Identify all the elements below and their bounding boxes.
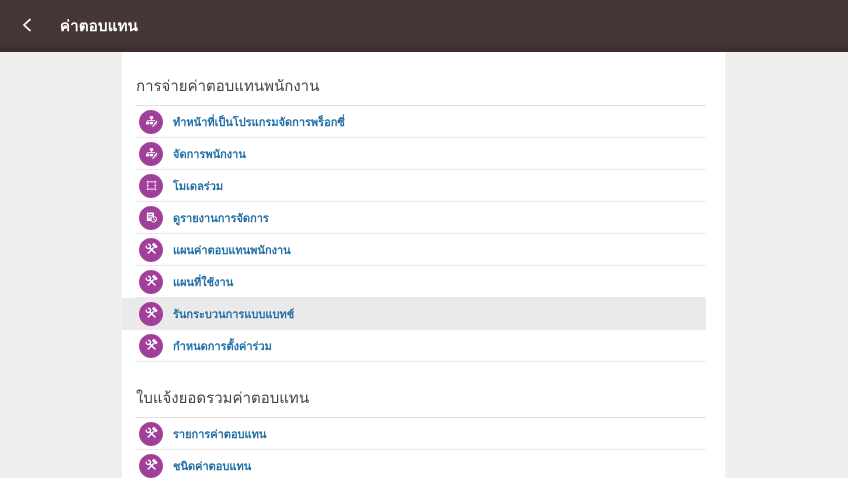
menu-item-label[interactable]: รายการค่าตอบแทน [173, 425, 266, 443]
menu-item[interactable]: จัดการพนักงาน [135, 138, 706, 170]
tools-icon [139, 454, 163, 478]
section-rows: ทำหน้าที่เป็นโปรแกรมจัดการพร็อกซี่ จัดกา… [135, 106, 706, 362]
tools-icon [139, 334, 163, 358]
section-rows: รายการค่าตอบแทน ชนิดค่าตอบแทน [135, 418, 706, 478]
model-icon [139, 174, 163, 198]
menu-item-label[interactable]: กำหนดการตั้งค่าร่วม [173, 337, 272, 355]
menu-item[interactable]: แผนที่ใช้งาน [135, 266, 706, 298]
org-edit-icon [139, 142, 163, 166]
app-root: { "header": { "title": "ค่าตอบแทน", "bac… [0, 0, 848, 478]
tools-icon [139, 302, 163, 326]
menu-item[interactable]: ทำหน้าที่เป็นโปรแกรมจัดการพร็อกซี่ [135, 106, 706, 138]
menu-item[interactable]: แผนค่าตอบแทนพนักงาน [135, 234, 706, 266]
section-heading: ใบแจ้งยอดรวมค่าตอบแทน [135, 386, 706, 418]
menu-item[interactable]: รันกระบวนการแบบแบทช์ [122, 298, 706, 330]
menu-item[interactable]: ดูรายงานการจัดการ [135, 202, 706, 234]
tools-icon [139, 270, 163, 294]
menu-item[interactable]: รายการค่าตอบแทน [135, 418, 706, 450]
menu-item-label[interactable]: ชนิดค่าตอบแทน [173, 457, 251, 475]
chevron-left-icon [20, 17, 36, 36]
menu-item-label[interactable]: โมเดลร่วม [173, 177, 223, 195]
page-title: ค่าตอบแทน [60, 14, 138, 38]
menu-item-label[interactable]: ดูรายงานการจัดการ [173, 209, 269, 227]
tools-icon [139, 238, 163, 262]
workspace-card: การจ่ายค่าตอบแทนพนักงาน ทำหน้าที่เป็นโปร… [122, 52, 725, 478]
menu-item-label[interactable]: จัดการพนักงาน [173, 145, 246, 163]
menu-item[interactable]: โมเดลร่วม [135, 170, 706, 202]
back-button[interactable] [14, 12, 42, 40]
tools-icon [139, 422, 163, 446]
org-edit-icon [139, 110, 163, 134]
menu-item[interactable]: ชนิดค่าตอบแทน [135, 450, 706, 478]
menu-item-label[interactable]: รันกระบวนการแบบแบทช์ [173, 305, 294, 323]
section: ใบแจ้งยอดรวมค่าตอบแทน รายการค่าตอบแทน ชน… [135, 386, 706, 478]
menu-item-label[interactable]: แผนค่าตอบแทนพนักงาน [173, 241, 291, 259]
section-heading: การจ่ายค่าตอบแทนพนักงาน [135, 74, 706, 106]
menu-item-label[interactable]: ทำหน้าที่เป็นโปรแกรมจัดการพร็อกซี่ [173, 113, 345, 131]
report-icon [139, 206, 163, 230]
section: การจ่ายค่าตอบแทนพนักงาน ทำหน้าที่เป็นโปร… [135, 74, 706, 362]
menu-item-label[interactable]: แผนที่ใช้งาน [173, 273, 233, 291]
app-header: ค่าตอบแทน [0, 0, 848, 52]
menu-item[interactable]: กำหนดการตั้งค่าร่วม [135, 330, 706, 362]
